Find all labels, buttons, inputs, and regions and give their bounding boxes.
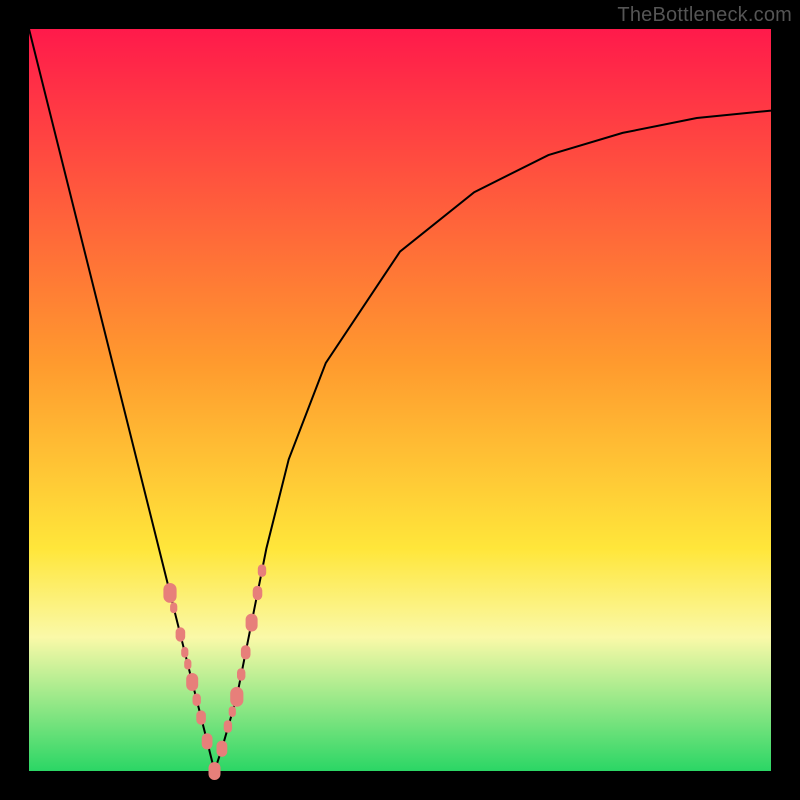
bottleneck-curve xyxy=(29,29,771,771)
plot-area xyxy=(29,29,771,771)
marker-point xyxy=(237,668,245,681)
marker-point xyxy=(253,586,263,600)
marker-point xyxy=(163,583,176,603)
marker-point xyxy=(186,673,198,691)
curve-layer xyxy=(29,29,771,771)
marker-point xyxy=(209,762,221,780)
marker-point xyxy=(176,627,186,641)
marker-point xyxy=(224,720,232,733)
marker-point xyxy=(196,710,206,724)
marker-point xyxy=(229,706,236,717)
marker-point xyxy=(170,602,177,613)
marker-point xyxy=(202,733,213,749)
marker-point xyxy=(241,645,251,659)
marker-point xyxy=(258,564,266,577)
marker-point xyxy=(193,694,201,707)
watermark-text: TheBottleneck.com xyxy=(617,4,792,27)
marker-point xyxy=(217,741,228,757)
marker-point xyxy=(246,614,258,632)
marker-point xyxy=(230,687,243,707)
chart-frame: TheBottleneck.com xyxy=(0,0,800,800)
marker-group xyxy=(163,564,266,780)
marker-point xyxy=(181,647,188,658)
marker-point xyxy=(184,659,191,670)
